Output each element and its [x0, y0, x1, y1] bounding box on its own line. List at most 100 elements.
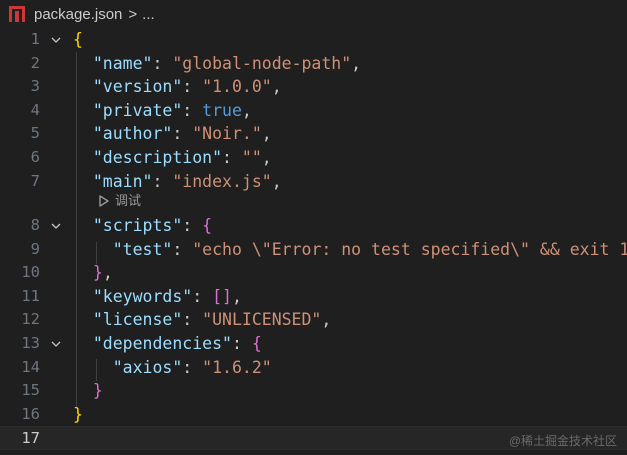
code-token: "description" [92, 148, 223, 167]
code-token: , [261, 148, 272, 167]
breadcrumb-separator-icon: > [128, 5, 138, 23]
code-token: } [73, 404, 83, 424]
debug-code-lens[interactable]: 调试 [97, 191, 141, 211]
code-token: { [73, 30, 83, 49]
line-number: 8 [30, 216, 40, 234]
code-text: "dependencies": { [73, 332, 262, 356]
line-number: 3 [30, 77, 40, 96]
code-token: "license" [92, 310, 183, 330]
code-token: "1.0.0" [202, 77, 272, 97]
code-token: : [231, 334, 252, 353]
code-token: , [231, 286, 242, 306]
code-token: "keywords" [92, 286, 193, 306]
code-token: , [271, 77, 282, 97]
code-token: { [251, 334, 262, 353]
watermark: @稀土掘金技术社区 [508, 434, 617, 448]
code-token: "index.js" [172, 171, 272, 191]
npm-file-icon [9, 6, 25, 22]
code-token: : [182, 77, 203, 97]
code-line[interactable]: 7 "main": "index.js", [0, 170, 627, 194]
play-icon [97, 194, 111, 208]
code-token: : [192, 286, 213, 306]
breadcrumb-file[interactable]: package.json [34, 6, 122, 23]
line-number: 12 [21, 310, 40, 329]
code-token: "UNLICENSED" [202, 310, 322, 330]
code-token: : [182, 357, 203, 377]
code-line[interactable]: 8 "scripts": { [0, 214, 627, 238]
code-text: }, [73, 261, 113, 285]
code-token: : [222, 148, 242, 167]
line-number: 7 [30, 171, 40, 190]
code-line[interactable]: 6 "description": "", [0, 146, 627, 170]
code-token: : [172, 124, 193, 144]
code-text: "test": "echo \"Error: no test specified… [73, 238, 627, 262]
fold-chevron-down-icon[interactable] [50, 214, 62, 238]
code-token: "dependencies" [92, 334, 232, 353]
code-line[interactable]: 9 "test": "echo \"Error: no test specifi… [0, 238, 627, 262]
line-number: 15 [21, 381, 40, 400]
line-number: 4 [30, 100, 40, 119]
code-line[interactable]: 16} [0, 403, 627, 427]
code-text: "keywords": [], [73, 285, 242, 309]
breadcrumb: package.json > ... [0, 0, 627, 28]
code-token: "private" [92, 100, 183, 120]
code-token: "name" [92, 53, 153, 73]
code-token: "Noir." [192, 124, 262, 144]
code-line[interactable]: 13 "dependencies": { [0, 332, 627, 356]
code-text: "main": "index.js", [73, 170, 282, 194]
code-token: : [182, 216, 203, 235]
line-number: 10 [21, 263, 40, 282]
code-text: "description": "", [73, 146, 272, 170]
code-line[interactable]: 12 "license": "UNLICENSED", [0, 308, 627, 332]
code-token: "echo \"Error: no test specified\" && ex… [192, 239, 627, 259]
code-token: "main" [92, 171, 153, 191]
code-editor[interactable]: 调试 1{2 "name": "global-node-path", 3 "ver… [0, 28, 627, 455]
code-token: : [152, 53, 173, 73]
code-line[interactable]: 14 "axios": "1.6.2" [0, 356, 627, 380]
code-token: , [102, 263, 113, 283]
line-number: 11 [21, 286, 40, 305]
code-token: , [261, 124, 272, 144]
code-line[interactable]: 15 } [0, 379, 627, 403]
code-token: "scripts" [92, 216, 183, 235]
code-text: "name": "global-node-path", [73, 52, 361, 76]
line-number: 2 [30, 53, 40, 72]
code-line[interactable]: 5 "author": "Noir.", [0, 122, 627, 146]
code-token: } [92, 263, 103, 283]
code-token: : [152, 171, 173, 191]
line-number: 16 [21, 404, 40, 423]
code-token: : [172, 239, 193, 259]
code-text: "author": "Noir.", [73, 122, 272, 146]
fold-chevron-down-icon[interactable] [50, 28, 62, 52]
line-number: 13 [21, 334, 40, 352]
code-token: "axios" [112, 357, 183, 377]
code-line[interactable]: 4 "private": true, [0, 99, 627, 123]
breadcrumb-more[interactable]: ... [142, 6, 155, 23]
code-token: : [182, 310, 203, 330]
code-token: , [321, 310, 332, 330]
code-line[interactable]: 1{ [0, 28, 627, 52]
code-token: , [351, 53, 362, 73]
code-line[interactable]: 2 "name": "global-node-path", [0, 52, 627, 76]
code-token: "global-node-path" [172, 53, 352, 73]
line-number: 6 [30, 148, 40, 166]
code-token: "author" [92, 124, 173, 144]
debug-code-lens-label: 调试 [115, 193, 142, 208]
line-number: 1 [30, 30, 40, 48]
fold-chevron-down-icon[interactable] [50, 332, 62, 356]
code-text: "scripts": { [73, 214, 212, 238]
code-line[interactable]: 11 "keywords": [], [0, 285, 627, 309]
code-line[interactable]: 3 "version": "1.0.0", [0, 75, 627, 99]
code-line[interactable]: 10 }, [0, 261, 627, 285]
code-text: { [73, 28, 83, 52]
code-token: { [202, 216, 213, 235]
code-token: "version" [92, 77, 183, 97]
